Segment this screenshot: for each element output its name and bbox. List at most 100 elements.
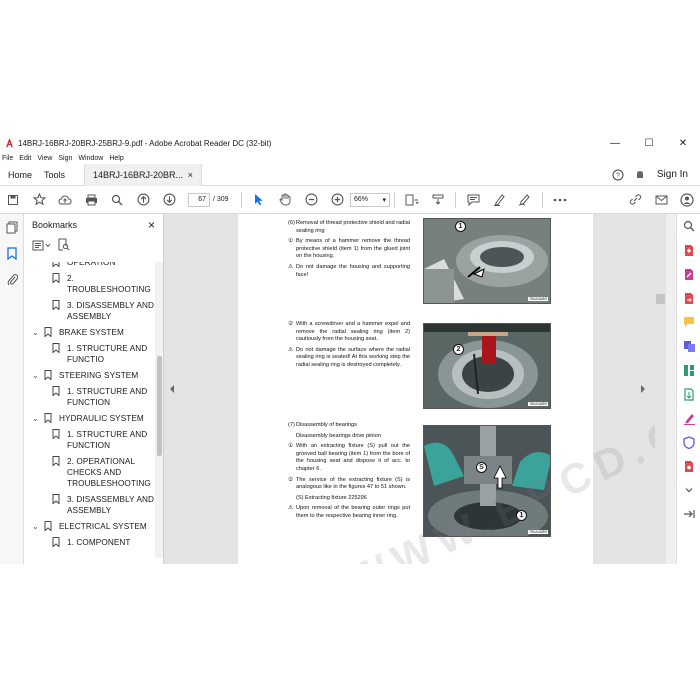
close-window-button[interactable]: ✕: [666, 134, 700, 152]
expand-chevron-icon[interactable]: ⌄: [32, 327, 40, 338]
collapse-tools-pane-icon[interactable]: [677, 502, 700, 526]
collapse-panel-handle[interactable]: [164, 214, 180, 564]
callout-1: 1: [455, 221, 466, 232]
collapse-left-arrow-icon: [170, 385, 174, 393]
comment-icon[interactable]: [460, 186, 486, 214]
bookmark-item[interactable]: 1. COMPONENT: [24, 537, 156, 548]
zoom-in-icon[interactable]: [324, 186, 350, 214]
paragraph-bullet: ①: [288, 443, 294, 450]
paragraph: ① With an extracting fixture (S) pull out…: [288, 443, 410, 473]
combine-files-icon[interactable]: [677, 334, 700, 358]
attachment-icon[interactable]: [0, 266, 24, 292]
menu-view[interactable]: View: [37, 155, 52, 162]
fill-sign-icon[interactable]: [677, 406, 700, 430]
bookmark-item[interactable]: 1. STRUCTURE AND FUNCTION: [24, 386, 156, 408]
bookmark-item[interactable]: 3. DISASSEMBLY AND ASSEMBLY: [24, 300, 156, 322]
expand-chevron-icon[interactable]: ⌄: [32, 370, 40, 381]
hand-tool-icon[interactable]: [272, 186, 298, 214]
page-number-input[interactable]: 67: [188, 192, 210, 207]
protect-icon[interactable]: [677, 430, 700, 454]
bookmark-item[interactable]: ⌄ BRAKE SYSTEM: [24, 327, 156, 338]
bookmark-item[interactable]: OPERATION: [24, 262, 156, 268]
upload-cloud-icon[interactable]: [52, 186, 78, 214]
photo-stamp: 7B0A3ABR: [528, 402, 548, 406]
compress-pdf-icon[interactable]: [677, 382, 700, 406]
menu-sign[interactable]: Sign: [58, 155, 72, 162]
organize-pages-icon[interactable]: [677, 358, 700, 382]
print-icon[interactable]: [78, 186, 104, 214]
next-page-arrow[interactable]: [631, 214, 655, 564]
zoom-search-icon[interactable]: [104, 186, 130, 214]
maximize-button[interactable]: ☐: [632, 134, 666, 152]
bookmark-item[interactable]: 2. TROUBLESHOOTING: [24, 273, 156, 295]
export-pdf-icon[interactable]: [677, 286, 700, 310]
page-thumbnails-icon[interactable]: [0, 214, 24, 240]
bookmark-icon: [52, 343, 60, 353]
bookmark-item[interactable]: ⌄ ELECTRICAL SYSTEM: [24, 521, 156, 532]
edit-pdf-icon[interactable]: [677, 262, 700, 286]
bookmarks-scrollbar[interactable]: [155, 262, 163, 558]
minimize-button[interactable]: —: [598, 134, 632, 152]
bookmarks-scroll-thumb[interactable]: [157, 356, 162, 456]
save-icon[interactable]: [0, 186, 26, 214]
share-link-icon[interactable]: [622, 186, 648, 214]
account-icon[interactable]: [674, 186, 700, 214]
bookmark-item[interactable]: 1. STRUCTURE AND FUNCTIO: [24, 343, 156, 365]
more-options-icon[interactable]: [547, 186, 573, 214]
expand-chevron-icon[interactable]: ⌄: [32, 413, 40, 424]
bookmarks-header: Bookmarks ×: [24, 214, 163, 236]
zoom-level-select[interactable]: 66% ▾: [350, 192, 390, 207]
tab-home[interactable]: Home: [0, 164, 36, 186]
bell-icon[interactable]: [629, 169, 651, 181]
expand-chevron-icon[interactable]: ⌄: [32, 521, 40, 532]
create-pdf-icon[interactable]: [677, 238, 700, 262]
select-cursor-icon[interactable]: [246, 186, 272, 214]
tab-tools[interactable]: Tools: [36, 164, 84, 186]
bookmark-panel-icon[interactable]: [0, 240, 24, 266]
document-viewer[interactable]: (6) Removal of thread protective shield a…: [180, 214, 666, 564]
document-scrollbar[interactable]: [655, 214, 666, 564]
sign-pen-icon[interactable]: [512, 186, 538, 214]
tab-document-label: 14BRJ-16BRJ-20BR...: [93, 169, 184, 180]
paragraph: Disassembly bearings drive pinion: [288, 433, 410, 441]
bookmark-item[interactable]: ⌄ STEERING SYSTEM: [24, 370, 156, 381]
next-page-icon[interactable]: [156, 186, 182, 214]
paragraph: ② The service of the extracting fixture (…: [288, 477, 410, 492]
bookmark-item[interactable]: 2. OPERATIONAL CHECKS AND TROUBLESHOOTIN…: [24, 456, 156, 489]
bookmark-options-icon[interactable]: [32, 238, 52, 256]
sign-in-button[interactable]: Sign In: [657, 169, 688, 180]
acrobat-logo-icon: [4, 138, 14, 148]
email-icon[interactable]: [648, 186, 674, 214]
paragraph-text: Upon removal of the bearing outer rings …: [296, 505, 410, 519]
bookmark-icon: [44, 521, 52, 531]
close-panel-icon[interactable]: ×: [148, 218, 155, 232]
menu-help[interactable]: Help: [109, 155, 123, 162]
menu-file[interactable]: File: [2, 155, 13, 162]
tab-bar: Home Tools 14BRJ-16BRJ-20BR... × ? Sign …: [0, 163, 700, 186]
comment-tool-icon[interactable]: [677, 310, 700, 334]
highlight-pen-icon[interactable]: [486, 186, 512, 214]
tab-document[interactable]: 14BRJ-16BRJ-20BR... ×: [84, 163, 202, 186]
previous-page-icon[interactable]: [130, 186, 156, 214]
document-scroll-thumb[interactable]: [656, 294, 665, 304]
more-tools-icon[interactable]: [677, 454, 700, 478]
page-layout-icon[interactable]: [399, 186, 425, 214]
paragraph: ⚠ Upon removal of the bearing outer rings…: [288, 505, 410, 520]
bookmark-item[interactable]: ⌄ HYDRAULIC SYSTEM: [24, 413, 156, 424]
menu-window[interactable]: Window: [78, 155, 103, 162]
bookmark-item[interactable]: 1. STRUCTURE AND FUNCTION: [24, 429, 156, 451]
zoom-out-icon[interactable]: [298, 186, 324, 214]
help-icon[interactable]: ?: [607, 169, 629, 181]
menu-edit[interactable]: Edit: [19, 155, 31, 162]
scroll-mode-icon[interactable]: [425, 186, 451, 214]
expand-tools-chevron-icon[interactable]: [677, 478, 700, 502]
search-tool-icon[interactable]: [677, 214, 700, 238]
tab-close-icon[interactable]: ×: [188, 170, 193, 180]
paragraph-bullet: ②: [288, 476, 294, 483]
zoom-level-value: 66%: [354, 196, 369, 203]
bookmark-item[interactable]: 3. DISASSEMBLY AND ASSEMBLY: [24, 494, 156, 516]
star-icon[interactable]: [26, 186, 52, 214]
photo-stamp: 7B0A3ABR: [528, 530, 548, 534]
paragraph-text: By means of a hammer remove the thread p…: [296, 238, 410, 260]
find-bookmark-icon[interactable]: [58, 238, 70, 256]
